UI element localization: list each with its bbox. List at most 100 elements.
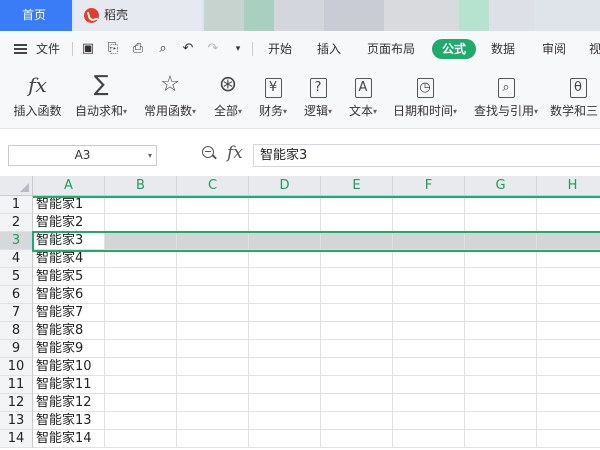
- print-icon[interactable]: ⎙: [130, 31, 146, 67]
- common-functions-button[interactable]: ☆ 常用函数▾: [139, 67, 201, 128]
- cell-g12[interactable]: [465, 394, 537, 412]
- cell-a13[interactable]: 智能家13: [33, 412, 105, 430]
- customize-dropdown-icon[interactable]: ▾: [230, 31, 246, 67]
- cell-h3[interactable]: [537, 232, 600, 250]
- cell-d4[interactable]: [249, 250, 321, 268]
- column-header-d[interactable]: D: [249, 176, 321, 196]
- column-header-g[interactable]: G: [465, 176, 537, 196]
- row-header-12[interactable]: 12: [0, 394, 33, 412]
- cell-a3[interactable]: 智能家3: [33, 232, 105, 250]
- cell-e7[interactable]: [321, 304, 393, 322]
- cell-f4[interactable]: [393, 250, 465, 268]
- cell-a5[interactable]: 智能家5: [33, 268, 105, 286]
- cell-g2[interactable]: [465, 214, 537, 232]
- cell-c2[interactable]: [177, 214, 249, 232]
- zoom-out-icon[interactable]: [202, 146, 216, 160]
- cell-h7[interactable]: [537, 304, 600, 322]
- menu-start[interactable]: 开始: [268, 31, 292, 67]
- cell-b7[interactable]: [105, 304, 177, 322]
- tab-home[interactable]: 首页: [0, 0, 72, 31]
- cell-c6[interactable]: [177, 286, 249, 304]
- cell-h6[interactable]: [537, 286, 600, 304]
- cell-c7[interactable]: [177, 304, 249, 322]
- financial-button[interactable]: ¥ 财务▾: [253, 67, 293, 128]
- undo-icon[interactable]: ↶: [180, 31, 196, 67]
- cell-d2[interactable]: [249, 214, 321, 232]
- cell-c4[interactable]: [177, 250, 249, 268]
- cell-c3[interactable]: [177, 232, 249, 250]
- cell-e14[interactable]: [321, 430, 393, 448]
- cell-d7[interactable]: [249, 304, 321, 322]
- cell-b14[interactable]: [105, 430, 177, 448]
- cell-c1[interactable]: [177, 196, 249, 214]
- cell-b3[interactable]: [105, 232, 177, 250]
- cell-h5[interactable]: [537, 268, 600, 286]
- cell-c13[interactable]: [177, 412, 249, 430]
- row-header-5[interactable]: 5: [0, 268, 33, 286]
- chevron-down-icon[interactable]: ▾: [148, 146, 152, 165]
- cell-f6[interactable]: [393, 286, 465, 304]
- tab-docer[interactable]: 稻壳: [74, 0, 202, 31]
- cell-h2[interactable]: [537, 214, 600, 232]
- cell-a6[interactable]: 智能家6: [33, 286, 105, 304]
- cell-g4[interactable]: [465, 250, 537, 268]
- cell-a12[interactable]: 智能家12: [33, 394, 105, 412]
- hamburger-menu-icon[interactable]: [14, 44, 28, 54]
- cell-a14[interactable]: 智能家14: [33, 430, 105, 448]
- print-preview-icon[interactable]: ⌕: [155, 31, 171, 67]
- cell-g1[interactable]: [465, 196, 537, 214]
- cell-b5[interactable]: [105, 268, 177, 286]
- cell-e5[interactable]: [321, 268, 393, 286]
- cell-g9[interactable]: [465, 340, 537, 358]
- cell-f13[interactable]: [393, 412, 465, 430]
- fx-icon[interactable]: fx: [227, 143, 243, 163]
- cell-d6[interactable]: [249, 286, 321, 304]
- cell-g14[interactable]: [465, 430, 537, 448]
- cell-d11[interactable]: [249, 376, 321, 394]
- cell-e6[interactable]: [321, 286, 393, 304]
- menu-review[interactable]: 审阅: [542, 31, 566, 67]
- cell-c5[interactable]: [177, 268, 249, 286]
- cell-g3[interactable]: [465, 232, 537, 250]
- cell-a9[interactable]: 智能家9: [33, 340, 105, 358]
- cell-g5[interactable]: [465, 268, 537, 286]
- cell-f3[interactable]: [393, 232, 465, 250]
- date-time-button[interactable]: ◷ 日期和时间▾: [388, 67, 462, 128]
- cell-c11[interactable]: [177, 376, 249, 394]
- cell-a4[interactable]: 智能家4: [33, 250, 105, 268]
- row-header-9[interactable]: 9: [0, 340, 33, 358]
- file-menu[interactable]: 文件: [36, 31, 60, 67]
- cell-h10[interactable]: [537, 358, 600, 376]
- cell-h4[interactable]: [537, 250, 600, 268]
- cell-b8[interactable]: [105, 322, 177, 340]
- cell-c8[interactable]: [177, 322, 249, 340]
- row-header-14[interactable]: 14: [0, 430, 33, 448]
- cell-g13[interactable]: [465, 412, 537, 430]
- cell-h12[interactable]: [537, 394, 600, 412]
- cell-a8[interactable]: 智能家8: [33, 322, 105, 340]
- cell-a10[interactable]: 智能家10: [33, 358, 105, 376]
- lookup-reference-button[interactable]: ⌕ 查找与引用▾: [469, 67, 543, 128]
- cell-c12[interactable]: [177, 394, 249, 412]
- cell-g6[interactable]: [465, 286, 537, 304]
- cell-g8[interactable]: [465, 322, 537, 340]
- cell-b1[interactable]: [105, 196, 177, 214]
- menu-insert[interactable]: 插入: [317, 31, 341, 67]
- row-header-8[interactable]: 8: [0, 322, 33, 340]
- cell-f11[interactable]: [393, 376, 465, 394]
- formula-input[interactable]: 智能家3: [253, 144, 600, 167]
- text-functions-button[interactable]: A 文本▾: [343, 67, 383, 128]
- cell-d9[interactable]: [249, 340, 321, 358]
- cell-d13[interactable]: [249, 412, 321, 430]
- row-header-11[interactable]: 11: [0, 376, 33, 394]
- cell-a11[interactable]: 智能家11: [33, 376, 105, 394]
- cell-d14[interactable]: [249, 430, 321, 448]
- cell-g11[interactable]: [465, 376, 537, 394]
- cell-b2[interactable]: [105, 214, 177, 232]
- menu-data[interactable]: 数据: [491, 31, 515, 67]
- cell-e10[interactable]: [321, 358, 393, 376]
- export-icon[interactable]: ⎘: [105, 31, 121, 67]
- cell-a1[interactable]: 智能家1: [33, 196, 105, 214]
- cell-g10[interactable]: [465, 358, 537, 376]
- cell-d12[interactable]: [249, 394, 321, 412]
